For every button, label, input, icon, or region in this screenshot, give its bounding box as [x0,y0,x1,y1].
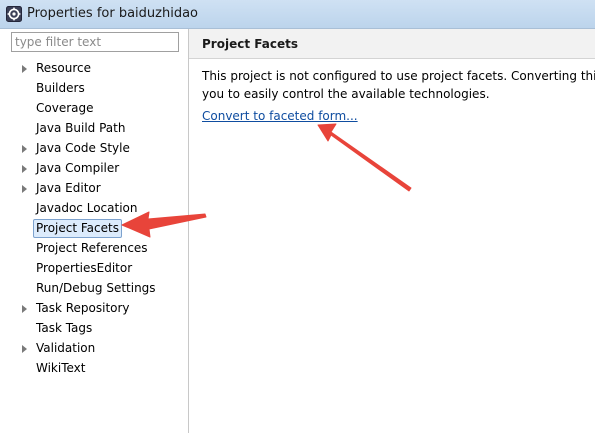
title-bar[interactable]: Properties for baiduzhidao [0,0,595,29]
tree-item-label: Project Facets [33,219,122,238]
property-page-content: Project Facets This project is not confi… [189,29,595,433]
page-description-line-1: This project is not configured to use pr… [202,69,595,83]
page-title: Project Facets [202,37,298,51]
tree-item-label: Run/Debug Settings [36,281,156,295]
tree-item-label: Java Build Path [36,121,126,135]
tree-item-label: Task Tags [36,321,93,335]
eclipse-gear-icon [6,6,22,22]
page-description-line-2: you to easily control the available tech… [202,87,490,101]
tree-item-java-build-path[interactable]: Java Build Path [0,118,188,138]
tree-item-resource[interactable]: Resource [0,58,188,78]
tree-item-label: WikiText [36,361,86,375]
expand-arrow-icon[interactable] [22,165,27,173]
expand-arrow-icon[interactable] [22,145,27,153]
page-header: Project Facets [189,29,595,59]
tree-item-propertieseditor[interactable]: PropertiesEditor [0,258,188,278]
tree-item-wikitext[interactable]: WikiText [0,358,188,378]
properties-dialog: Properties for baiduzhidao Resource Build… [0,0,595,433]
tree-item-label: PropertiesEditor [36,261,133,275]
expand-arrow-icon[interactable] [22,305,27,313]
tree-item-coverage[interactable]: Coverage [0,98,188,118]
expand-arrow-icon[interactable] [22,65,27,73]
expand-arrow-icon[interactable] [22,185,27,193]
tree-item-label: Task Repository [36,301,130,315]
window-title: Properties for baiduzhidao [27,6,199,21]
tree-item-java-editor[interactable]: Java Editor [0,178,188,198]
tree-item-label: Resource [36,61,92,75]
tree-item-java-compiler[interactable]: Java Compiler [0,158,188,178]
tree-item-validation[interactable]: Validation [0,338,188,358]
tree-item-label: Project References [36,241,148,255]
tree-item-builders[interactable]: Builders [0,78,188,98]
tree-item-project-references[interactable]: Project References [0,238,188,258]
tree-item-label: Javadoc Location [36,201,138,215]
convert-to-faceted-form-link[interactable]: Convert to faceted form... [202,109,358,123]
tree-item-project-facets[interactable]: Project Facets [0,218,188,238]
tree-item-task-repository[interactable]: Task Repository [0,298,188,318]
tree-item-java-code-style[interactable]: Java Code Style [0,138,188,158]
tree-item-label: Builders [36,81,85,95]
tree-item-label: Coverage [36,101,94,115]
property-page-tree: Resource Builders Coverage Java Build Path J… [0,58,188,378]
tree-item-label: Java Editor [36,181,101,195]
tree-item-task-tags[interactable]: Task Tags [0,318,188,338]
tree-item-label: Java Code Style [36,141,130,155]
filter-input[interactable] [11,32,179,52]
expand-arrow-icon[interactable] [22,345,27,353]
tree-item-javadoc-location[interactable]: Javadoc Location [0,198,188,218]
property-navigation-panel: Resource Builders Coverage Java Build Path J… [0,29,189,433]
tree-item-label: Validation [36,341,96,355]
tree-item-run-debug-settings[interactable]: Run/Debug Settings [0,278,188,298]
tree-item-label: Java Compiler [36,161,120,175]
